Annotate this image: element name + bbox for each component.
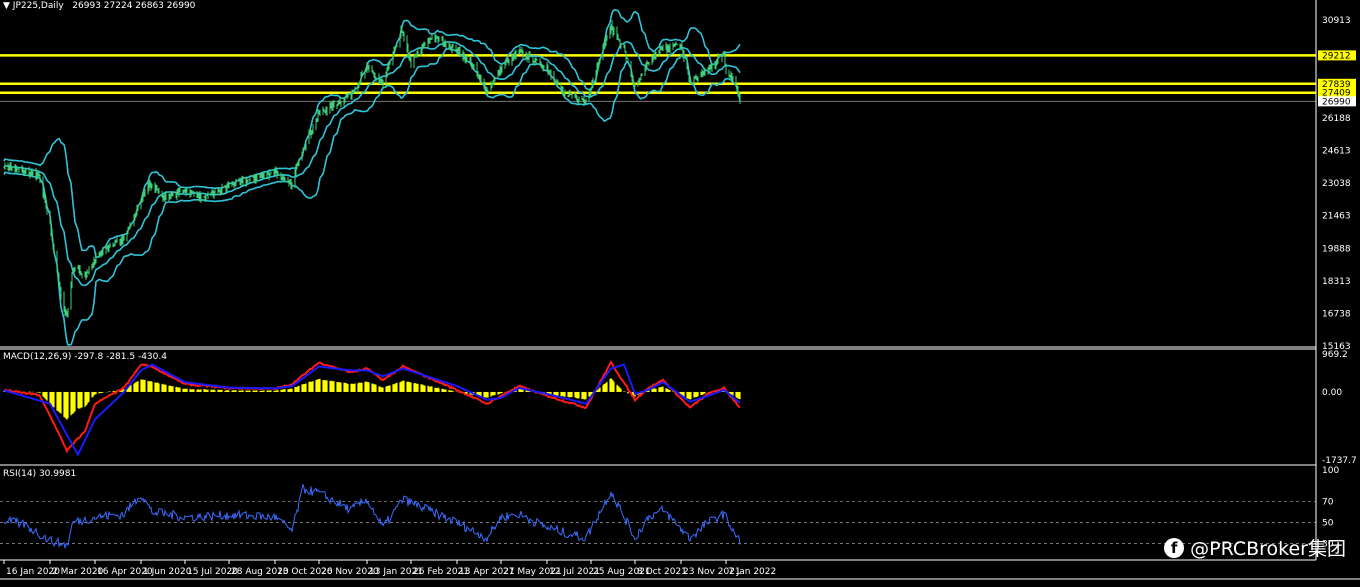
price-tick-label: 21463	[1322, 212, 1351, 222]
symbol-header: ▼ JP225,Daily 26993 27224 26863 26990	[3, 1, 195, 11]
time-tick-label: 1 Jun 2020	[143, 567, 192, 577]
rsi-label: RSI(14) 30.9981	[3, 469, 77, 479]
price-tick-label: 23038	[1322, 179, 1351, 189]
facebook-icon: f	[1164, 537, 1185, 558]
rsi-tick-label: 70	[1322, 497, 1334, 507]
price-tick-label: 19888	[1322, 244, 1351, 254]
macd-tick-label: 0.00	[1322, 388, 1342, 398]
trading-chart[interactable]: 3091329212278392740926990261882461323038…	[0, 0, 1360, 587]
macd-label: MACD(12,26,9) -297.8 -281.5 -430.4	[3, 352, 167, 362]
time-tick-label: 7 Jan 2022	[728, 567, 776, 577]
price-tick-label: 26188	[1322, 114, 1351, 124]
symbol-name: JP225,Daily	[12, 1, 64, 11]
collapse-triangle-icon[interactable]: ▼	[3, 1, 10, 11]
price-tick-label: 30913	[1322, 16, 1351, 26]
time-tick-label: 8 Oct 2021	[637, 567, 687, 577]
price-tick-label: 18313	[1322, 277, 1351, 287]
time-tick-label: 2 Mar 2020	[52, 567, 104, 577]
macd-tick-label: -1737.7	[1322, 456, 1357, 466]
chart-background	[0, 0, 1360, 587]
ohlc-values: 26993 27224 26863 26990	[72, 1, 196, 11]
watermark: f @PRCBroker集团	[1164, 534, 1346, 561]
price-tick-label: 29212	[1322, 51, 1351, 61]
macd-tick-label: 969.2	[1322, 350, 1348, 360]
rsi-tick-label: 100	[1322, 466, 1339, 476]
watermark-text: @PRCBroker集团	[1190, 538, 1346, 560]
price-tick-label: 26990	[1322, 97, 1351, 107]
rsi-tick-label: 50	[1322, 518, 1334, 528]
price-tick-label: 16738	[1322, 309, 1351, 319]
price-tick-label: 24613	[1322, 147, 1351, 157]
